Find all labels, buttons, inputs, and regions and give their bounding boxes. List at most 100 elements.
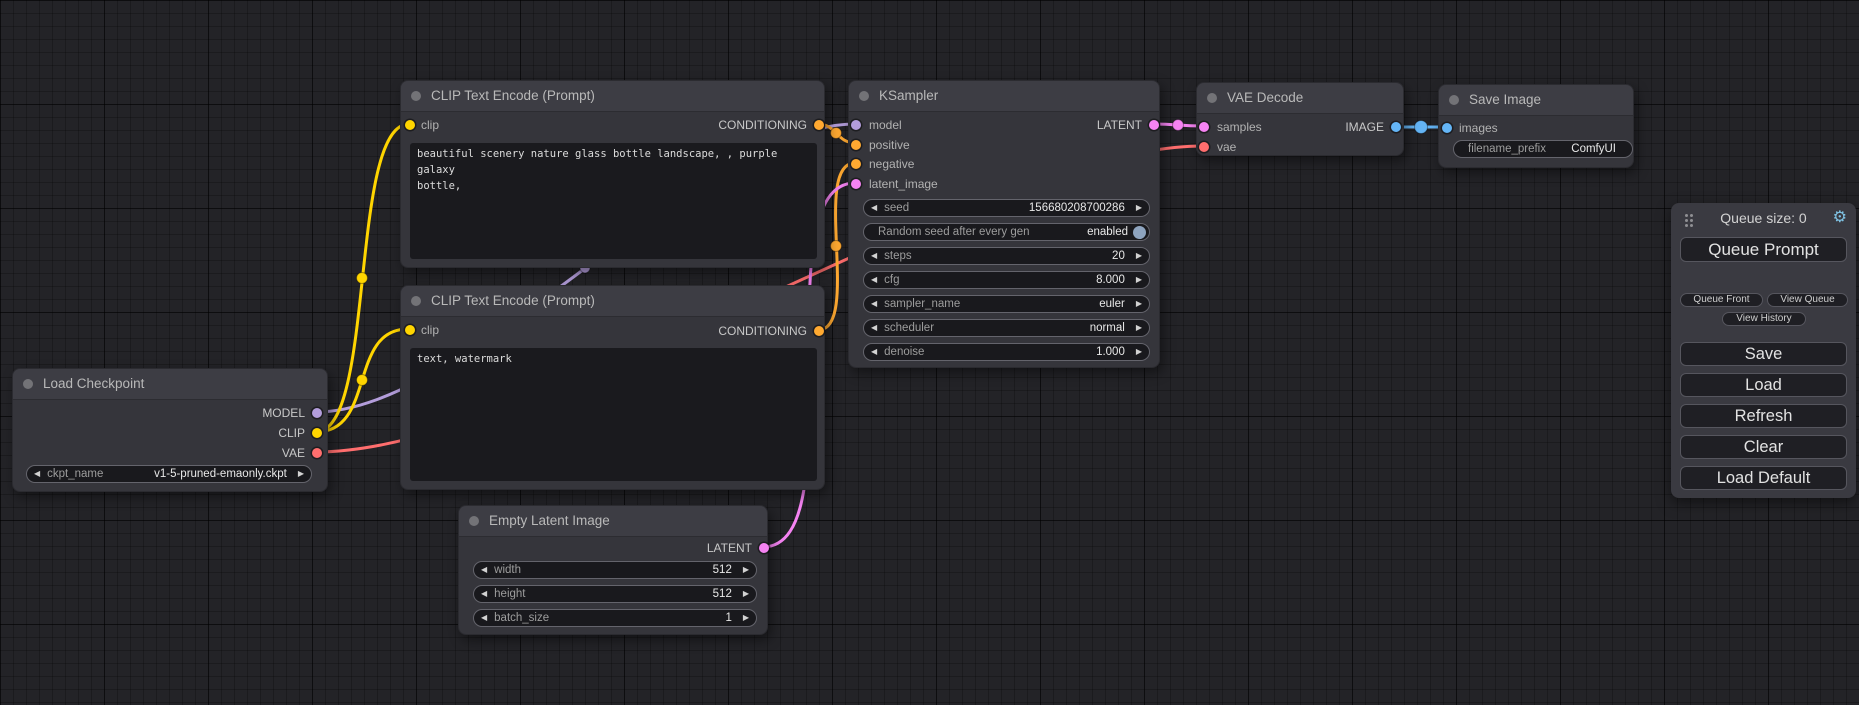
model-input-port[interactable]	[851, 120, 861, 130]
node-save-image[interactable]: Save Image images filename_prefix ComfyU…	[1438, 84, 1634, 168]
node-empty-latent-image[interactable]: Empty Latent Image LATENT ◀ width 512 ▶ …	[458, 505, 768, 635]
combo-left-arrow-icon[interactable]: ◀	[474, 562, 494, 578]
combo-left-arrow-icon[interactable]: ◀	[474, 610, 494, 626]
input-label-vae: vae	[1217, 140, 1236, 154]
image-output-port[interactable]	[1391, 122, 1401, 132]
vae-input-port[interactable]	[1199, 142, 1209, 152]
collapse-dot-icon[interactable]	[1207, 93, 1217, 103]
widget-value: 1.000	[1096, 346, 1129, 358]
combo-right-arrow-icon[interactable]: ▶	[736, 562, 756, 578]
combo-right-arrow-icon[interactable]: ▶	[736, 586, 756, 602]
combo-left-arrow-icon[interactable]: ◀	[27, 466, 47, 482]
widget-batch-size[interactable]: ◀ batch_size 1 ▶	[473, 609, 757, 627]
clip-input-port[interactable]	[405, 325, 415, 335]
conditioning-output-port[interactable]	[814, 326, 824, 336]
view-history-button[interactable]: View History	[1722, 312, 1806, 326]
collapse-dot-icon[interactable]	[411, 91, 421, 101]
node-ksampler[interactable]: KSampler model positive negative latent_…	[848, 80, 1160, 368]
combo-right-arrow-icon[interactable]: ▶	[1129, 320, 1149, 336]
widget-label: filename_prefix	[1468, 143, 1546, 155]
output-label-conditioning: CONDITIONING	[718, 324, 807, 338]
combo-right-arrow-icon[interactable]: ▶	[1129, 296, 1149, 312]
widget-ckpt-name[interactable]: ◀ ckpt_name v1-5-pruned-emaonly.ckpt ▶	[26, 465, 312, 483]
load-button[interactable]: Load	[1680, 373, 1847, 397]
widget-height[interactable]: ◀ height 512 ▶	[473, 585, 757, 603]
combo-left-arrow-icon[interactable]: ◀	[864, 248, 884, 264]
node-title-bar[interactable]: CLIP Text Encode (Prompt)	[401, 81, 824, 112]
negative-input-port[interactable]	[851, 159, 861, 169]
input-label-images: images	[1459, 121, 1498, 135]
widget-label: cfg	[884, 274, 899, 286]
node-title-bar[interactable]: Empty Latent Image	[459, 506, 767, 537]
node-clip-text-encode-negative[interactable]: CLIP Text Encode (Prompt) clip CONDITION…	[400, 285, 825, 490]
vae-output-port[interactable]	[312, 448, 322, 458]
combo-left-arrow-icon[interactable]: ◀	[864, 200, 884, 216]
widget-value: 8.000	[1096, 274, 1129, 286]
gear-icon[interactable]: ⚙	[1833, 208, 1847, 228]
node-load-checkpoint[interactable]: Load Checkpoint MODEL CLIP VAE ◀ ckpt_na…	[12, 368, 328, 492]
node-title: Load Checkpoint	[43, 369, 144, 399]
toggle-icon[interactable]	[1133, 226, 1146, 239]
node-title-bar[interactable]: Load Checkpoint	[13, 369, 327, 400]
widget-width[interactable]: ◀ width 512 ▶	[473, 561, 757, 579]
prompt-textarea[interactable]: beautiful scenery nature glass bottle la…	[410, 143, 817, 259]
latent-output-port[interactable]	[1149, 120, 1159, 130]
combo-left-arrow-icon[interactable]: ◀	[864, 272, 884, 288]
node-title-bar[interactable]: Save Image	[1439, 85, 1633, 116]
node-title: Empty Latent Image	[489, 506, 610, 536]
input-label-model: model	[869, 118, 902, 132]
node-title-bar[interactable]: KSampler	[849, 81, 1159, 112]
combo-right-arrow-icon[interactable]: ▶	[1129, 248, 1149, 264]
model-output-port[interactable]	[312, 408, 322, 418]
positive-input-port[interactable]	[851, 140, 861, 150]
queue-prompt-button[interactable]: Queue Prompt	[1680, 237, 1847, 262]
combo-right-arrow-icon[interactable]: ▶	[736, 610, 756, 626]
node-vae-decode[interactable]: VAE Decode samples vae IMAGE	[1196, 82, 1404, 156]
combo-left-arrow-icon[interactable]: ◀	[864, 344, 884, 360]
collapse-dot-icon[interactable]	[411, 296, 421, 306]
combo-right-arrow-icon[interactable]: ▶	[291, 466, 311, 482]
widget-value: enabled	[1087, 226, 1133, 238]
widget-steps[interactable]: ◀ steps 20 ▶	[863, 247, 1150, 265]
widget-label: width	[494, 564, 521, 576]
output-label-clip: CLIP	[278, 426, 305, 440]
combo-left-arrow-icon[interactable]: ◀	[864, 320, 884, 336]
widget-seed[interactable]: ◀ seed 156680208700286 ▶	[863, 199, 1150, 217]
combo-right-arrow-icon[interactable]: ▶	[1129, 272, 1149, 288]
widget-scheduler[interactable]: ◀ scheduler normal ▶	[863, 319, 1150, 337]
combo-right-arrow-icon[interactable]: ▶	[1129, 200, 1149, 216]
widget-label: sampler_name	[884, 298, 960, 310]
node-title-bar[interactable]: VAE Decode	[1197, 83, 1403, 114]
samples-input-port[interactable]	[1199, 122, 1209, 132]
clip-input-port[interactable]	[405, 120, 415, 130]
combo-left-arrow-icon[interactable]: ◀	[864, 296, 884, 312]
prompt-textarea[interactable]: text, watermark	[410, 348, 817, 481]
view-queue-button[interactable]: View Queue	[1767, 293, 1848, 307]
latent-output-port[interactable]	[759, 543, 769, 553]
clip-output-port[interactable]	[312, 428, 322, 438]
refresh-button[interactable]: Refresh	[1680, 404, 1847, 428]
widget-sampler-name[interactable]: ◀ sampler_name euler ▶	[863, 295, 1150, 313]
node-clip-text-encode-positive[interactable]: CLIP Text Encode (Prompt) clip CONDITION…	[400, 80, 825, 268]
output-label-model: MODEL	[262, 406, 305, 420]
latent-image-input-port[interactable]	[851, 179, 861, 189]
combo-left-arrow-icon[interactable]: ◀	[474, 586, 494, 602]
widget-cfg[interactable]: ◀ cfg 8.000 ▶	[863, 271, 1150, 289]
node-title: KSampler	[879, 81, 938, 111]
widget-filename-prefix[interactable]: filename_prefix ComfyUI	[1453, 140, 1633, 158]
node-title-bar[interactable]: CLIP Text Encode (Prompt)	[401, 286, 824, 317]
collapse-dot-icon[interactable]	[859, 91, 869, 101]
collapse-dot-icon[interactable]	[1449, 95, 1459, 105]
widget-random-seed[interactable]: Random seed after every gen enabled	[863, 223, 1150, 241]
images-input-port[interactable]	[1442, 123, 1452, 133]
save-button[interactable]: Save	[1680, 342, 1847, 366]
widget-denoise[interactable]: ◀ denoise 1.000 ▶	[863, 343, 1150, 361]
combo-right-arrow-icon[interactable]: ▶	[1129, 344, 1149, 360]
collapse-dot-icon[interactable]	[469, 516, 479, 526]
widget-label: Random seed after every gen	[878, 226, 1030, 238]
clear-button[interactable]: Clear	[1680, 435, 1847, 459]
conditioning-output-port[interactable]	[814, 120, 824, 130]
load-default-button[interactable]: Load Default	[1680, 466, 1847, 490]
collapse-dot-icon[interactable]	[23, 379, 33, 389]
queue-front-button[interactable]: Queue Front	[1680, 293, 1763, 307]
